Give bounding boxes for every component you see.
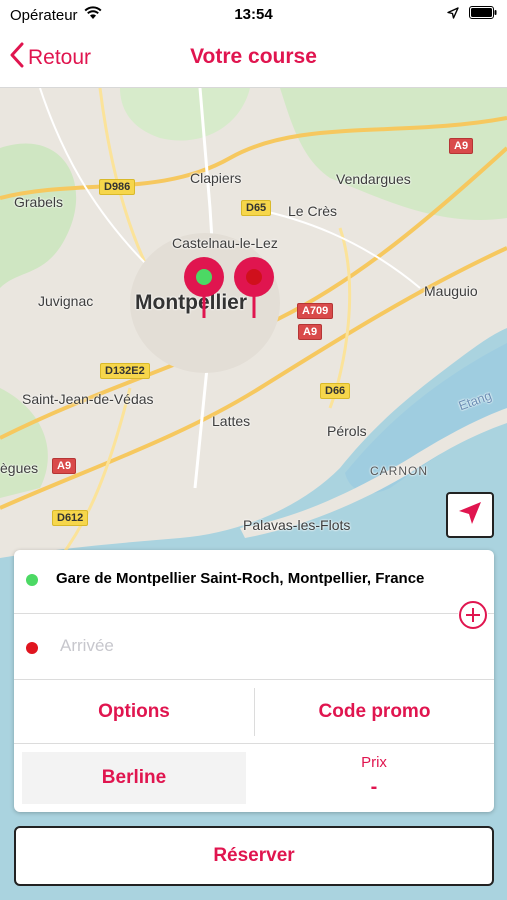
add-stop-button[interactable] xyxy=(458,600,488,630)
place-label: Mauguio xyxy=(424,283,478,299)
road-badge: D612 xyxy=(52,510,89,526)
location-arrow-icon xyxy=(457,500,483,531)
place-label: Saint-Jean-de-Védas xyxy=(22,391,154,407)
road-badge: A9 xyxy=(298,324,323,340)
promo-code-button[interactable]: Code promo xyxy=(255,680,494,744)
price-value: - xyxy=(370,776,378,798)
place-label: Vendargues xyxy=(336,171,411,187)
departure-field[interactable]: Gare de Montpellier Saint-Roch, Montpell… xyxy=(14,550,494,614)
place-label: ègues xyxy=(0,460,39,476)
place-label: Lattes xyxy=(212,413,251,429)
plus-circle-icon xyxy=(459,601,487,629)
arrival-field[interactable]: Arrivée xyxy=(14,614,494,680)
vehicle-row: Berline Prix - xyxy=(14,744,494,812)
road-badge: A9 xyxy=(449,138,474,154)
page-title: Votre course xyxy=(190,45,317,68)
road-badge: D66 xyxy=(320,383,351,399)
options-button[interactable]: Options xyxy=(14,680,254,744)
place-label: Juvignac xyxy=(38,293,94,309)
road-badge: D986 xyxy=(99,179,136,195)
vehicle-type-button[interactable]: Berline xyxy=(22,752,246,804)
place-label: Pérols xyxy=(327,423,367,439)
status-bar: Opérateur 13:54 xyxy=(0,0,507,30)
clock: 13:54 xyxy=(234,6,273,23)
road-badge: D132E2 xyxy=(100,363,150,379)
arrival-dot xyxy=(26,642,38,654)
departure-dot xyxy=(26,574,38,586)
locate-me-button[interactable] xyxy=(446,492,494,538)
departure-pin[interactable] xyxy=(183,256,225,318)
place-label: CARNON xyxy=(370,464,429,478)
place-label: Palavas-les-Flots xyxy=(243,517,351,533)
actions-row: Options Code promo xyxy=(14,680,494,744)
road-badge: A9 xyxy=(52,458,77,474)
battery-icon xyxy=(469,6,497,23)
arrival-placeholder: Arrivée xyxy=(60,636,114,655)
map-pin-icon xyxy=(234,257,274,318)
status-right xyxy=(447,6,497,23)
nav-bar: Retour Votre course xyxy=(0,30,507,88)
road-badge: D65 xyxy=(241,200,272,216)
place-label: Le Crès xyxy=(288,203,338,219)
booking-card: Gare de Montpellier Saint-Roch, Montpell… xyxy=(14,550,494,812)
departure-address: Gare de Montpellier Saint-Roch, Montpell… xyxy=(56,570,425,587)
price-label: Prix xyxy=(361,754,387,771)
road-badge: A709 xyxy=(297,303,334,319)
place-label: Clapiers xyxy=(190,170,242,186)
arrival-pin[interactable] xyxy=(233,256,275,318)
place-label: Castelnau-le-Lez xyxy=(172,235,278,251)
place-label: Grabels xyxy=(14,194,64,210)
location-arrow-icon xyxy=(447,6,459,23)
book-button[interactable]: Réserver xyxy=(14,826,494,886)
map-pin-icon xyxy=(184,257,224,318)
